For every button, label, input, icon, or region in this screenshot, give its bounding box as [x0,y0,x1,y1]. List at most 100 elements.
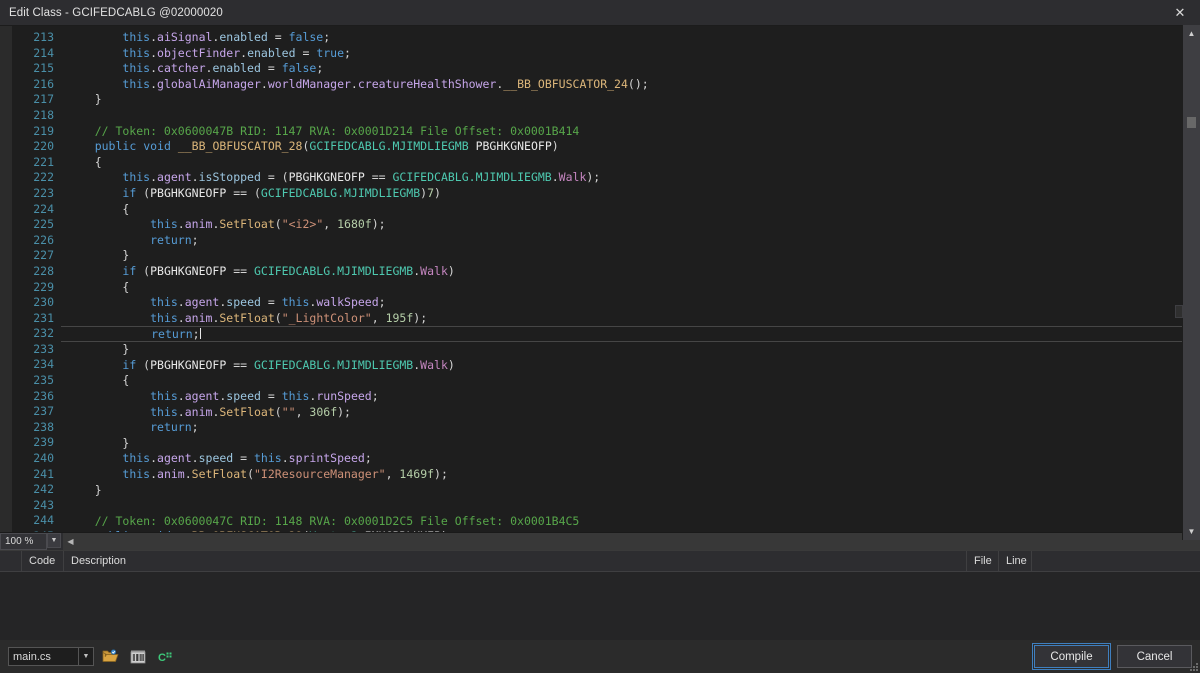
code-token: public [94,139,137,154]
line-number: 233 [33,341,54,356]
code-line[interactable] [61,108,1200,124]
line-number: 228 [33,263,54,278]
editor-indicator-margin [0,26,13,532]
scroll-down-arrow-icon[interactable]: ▼ [1183,523,1200,540]
code-line[interactable]: } [61,342,1200,358]
code-token: = [260,389,282,404]
zoom-level-select[interactable]: 100 % [0,533,47,550]
code-token: { [67,154,102,169]
code-token: ) [441,529,448,532]
code-token: speed [226,295,261,310]
code-line[interactable]: public void __BB_OBFUSCATOR_28(GCIFEDCAB… [61,139,1200,155]
code-line[interactable]: } [61,483,1200,499]
code-token: = [267,30,289,44]
references-icon[interactable] [126,646,150,668]
code-token: ) [447,263,455,278]
code-token: runSpeed [316,389,372,404]
code-token: SetFloat [219,217,275,232]
code-token: . [150,76,158,91]
column-header-file[interactable]: File [967,551,999,571]
code-line[interactable]: } [61,92,1200,108]
code-line-current[interactable]: return; [61,326,1200,343]
code-token: "<i2>" [281,217,324,232]
chevron-down-icon[interactable]: ▼ [47,533,61,548]
vertical-scrollbar-thumb[interactable] [1187,117,1196,128]
code-line[interactable]: { [61,373,1200,389]
code-token: __BB_OBFUSCATOR_24 [503,76,628,91]
code-token: } [67,342,130,357]
line-number: 236 [33,388,54,403]
code-token: SetFloat [219,404,275,419]
code-token: if [122,185,137,200]
code-token: GCIFEDCABLG.MJIMDLIEGMB [309,139,469,154]
code-line[interactable]: { [61,155,1200,171]
compile-button[interactable]: Compile [1032,643,1111,670]
csharp-language-icon[interactable]: C [154,646,178,668]
line-number: 221 [33,154,54,169]
code-token: PBGHKGNEOFP [150,185,227,200]
code-token: this [150,404,178,419]
code-line[interactable]: // Token: 0x0600047C RID: 1148 RVA: 0x00… [61,514,1200,530]
code-token: { [67,373,130,388]
code-line[interactable]: if (PBGHKGNEOFP == GCIFEDCABLG.MJIMDLIEG… [61,358,1200,374]
code-line[interactable]: if (PBGHKGNEOFP == (GCIFEDCABLG.MJIMDLIE… [61,186,1200,202]
code-line[interactable]: } [61,436,1200,452]
code-line[interactable]: this.anim.SetFloat("I2ResourceManager", … [61,467,1200,483]
code-line[interactable]: } [61,248,1200,264]
code-token: return [150,420,192,435]
line-number: 243 [33,497,54,512]
edit-class-window: Edit Class - GCIFEDCABLG @02000020 ✕ 213… [0,0,1200,673]
scroll-up-arrow-icon[interactable]: ▲ [1183,25,1200,42]
code-line[interactable]: // Token: 0x0600047B RID: 1147 RVA: 0x00… [61,124,1200,140]
csharp-glyph: C [158,652,172,664]
code-editor[interactable]: 213 214 215 216 217 218 219 220 221 222 223 224 225 2… [0,26,1200,532]
code-token: GCIFEDCABLG.MJIMDLIEGMB [392,170,552,185]
code-line[interactable]: public void __BB_OBFUSCATOR_29(Vector3 I… [61,529,1200,532]
column-header-description[interactable]: Description [64,551,967,571]
code-token: ; [364,451,372,466]
code-line[interactable]: this.agent.speed = this.runSpeed; [61,389,1200,405]
code-token: this [150,310,178,325]
code-token: GCIFEDCABLG.MJIMDLIEGMB [253,263,414,278]
code-token: true [316,45,345,60]
file-select[interactable]: main.cs ▼ [8,647,94,666]
column-header-code[interactable]: Code [22,551,64,571]
editor-status-bar: 100 % ▼ ◀ [0,532,1200,550]
code-line[interactable]: return; [61,233,1200,249]
editor-vertical-scrollbar[interactable]: ▲ ▼ [1175,25,1200,540]
cancel-button[interactable]: Cancel [1117,645,1192,668]
close-icon[interactable]: ✕ [1160,0,1200,25]
code-token: , [371,310,386,325]
editor-horizontal-scrollbar[interactable]: ◀ [63,533,1200,550]
code-line[interactable]: this.agent.isStopped = (PBGHKGNEOFP == G… [61,170,1200,186]
code-line[interactable]: this.agent.speed = this.walkSpeed; [61,295,1200,311]
code-token: PBGHKGNEOFP [150,357,227,372]
code-token: ; [378,295,386,310]
open-folder-icon[interactable] [98,646,122,668]
code-text-area[interactable]: this.aiSignal.enabled = false; this.obje… [61,26,1200,532]
code-line[interactable]: this.anim.SetFloat("<i2>", 1680f); [61,217,1200,233]
code-token: . [150,30,158,44]
resize-grip[interactable] [1186,659,1198,671]
code-token: ( [274,217,282,232]
scroll-left-arrow-icon[interactable]: ◀ [63,533,78,550]
code-line[interactable]: return; [61,420,1200,436]
code-line[interactable]: this.objectFinder.enabled = true; [61,46,1200,62]
code-line[interactable]: this.aiSignal.enabled = false; [61,30,1200,46]
code-line[interactable]: this.globalAiManager.worldManager.creatu… [61,77,1200,93]
code-line[interactable]: { [61,280,1200,296]
code-line[interactable]: this.anim.SetFloat("", 306f); [61,405,1200,421]
column-header-line[interactable]: Line [999,551,1032,571]
code-line[interactable]: this.catcher.enabled = false; [61,61,1200,77]
code-token: PBGHKGNEOFP [475,139,552,154]
code-token: . [177,295,185,310]
code-line[interactable]: this.anim.SetFloat("_LightColor", 195f); [61,311,1200,327]
code-line[interactable] [61,498,1200,514]
title-bar: Edit Class - GCIFEDCABLG @02000020 ✕ [0,0,1200,26]
error-list-body[interactable] [0,572,1200,640]
code-line[interactable]: { [61,202,1200,218]
code-line[interactable]: if (PBGHKGNEOFP == GCIFEDCABLG.MJIMDLIEG… [61,264,1200,280]
code-line[interactable]: this.agent.speed = this.sprintSpeed; [61,451,1200,467]
